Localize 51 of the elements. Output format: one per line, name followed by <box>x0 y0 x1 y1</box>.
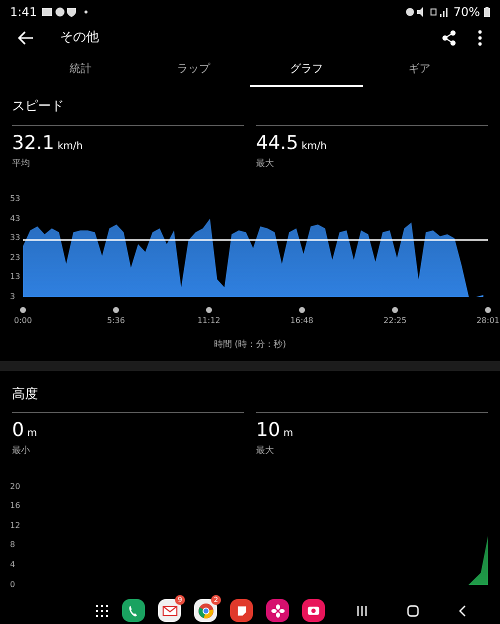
y-tick-label: 13 <box>10 272 22 282</box>
flower-icon <box>270 602 286 619</box>
back-arrow-icon[interactable] <box>18 31 34 46</box>
stat-label: 最大 <box>256 445 275 458</box>
x-tick-label: 22:25 <box>384 315 407 328</box>
y-tick-label: 0 <box>10 580 16 590</box>
app-icon[interactable] <box>230 599 253 622</box>
status-time: 1:41 <box>10 4 37 21</box>
y-tick-label: 43 <box>10 214 22 224</box>
y-tick-label: 12 <box>10 520 22 531</box>
app-icon[interactable] <box>266 599 289 622</box>
tab[interactable]: グラフ <box>250 52 363 88</box>
y-tick-label: 8 <box>10 540 16 550</box>
section-title: 高度 <box>12 386 39 404</box>
x-tick-label: 16:48 <box>290 315 314 328</box>
tab[interactable]: ギア <box>363 52 476 88</box>
back-icon[interactable] <box>458 604 466 617</box>
app-icon[interactable] <box>302 599 325 622</box>
stat-value: 44.5 km/h <box>256 132 328 156</box>
recent-apps-icon[interactable] <box>356 604 368 617</box>
y-tick-label: 16 <box>10 501 22 512</box>
x-axis-title: 時間 (時 : 分 : 秒) <box>212 339 288 352</box>
stat-label: 平均 <box>12 158 31 171</box>
app-icon[interactable] <box>122 599 145 622</box>
section-title: スピード <box>12 98 65 116</box>
y-tick-label: 20 <box>10 482 22 492</box>
app-grid-icon[interactable] <box>95 604 109 618</box>
y-tick-label: 33 <box>10 233 22 244</box>
battery-icon <box>484 6 490 17</box>
stat-value: 10 m <box>256 419 294 444</box>
x-tick-label: 5:36 <box>106 315 125 328</box>
x-tick-label: 0:00 <box>14 315 32 328</box>
browser-logo-icon <box>196 602 214 620</box>
stat-label: 最小 <box>12 445 31 458</box>
page-title: その他 <box>60 29 99 48</box>
tab[interactable]: 統計 <box>24 52 137 88</box>
y-tick-label: 53 <box>10 194 22 204</box>
stat-label: 最大 <box>256 158 275 171</box>
x-tick-label: 28:01 <box>476 315 500 328</box>
tab[interactable]: ラップ <box>137 52 250 88</box>
y-tick-label: 3 <box>10 292 16 302</box>
share-icon[interactable] <box>442 30 456 46</box>
home-icon[interactable] <box>407 604 419 617</box>
y-tick-label: 23 <box>10 252 22 263</box>
y-tick-label: 4 <box>10 560 16 570</box>
stat-value: 32.1 km/h <box>12 132 84 156</box>
more-options-icon[interactable] <box>478 30 482 46</box>
x-tick-label: 11:12 <box>197 315 220 328</box>
battery-percent: 70% <box>453 4 480 21</box>
stat-value: 0 m <box>12 419 38 444</box>
status-icons-drawing <box>405 6 450 17</box>
